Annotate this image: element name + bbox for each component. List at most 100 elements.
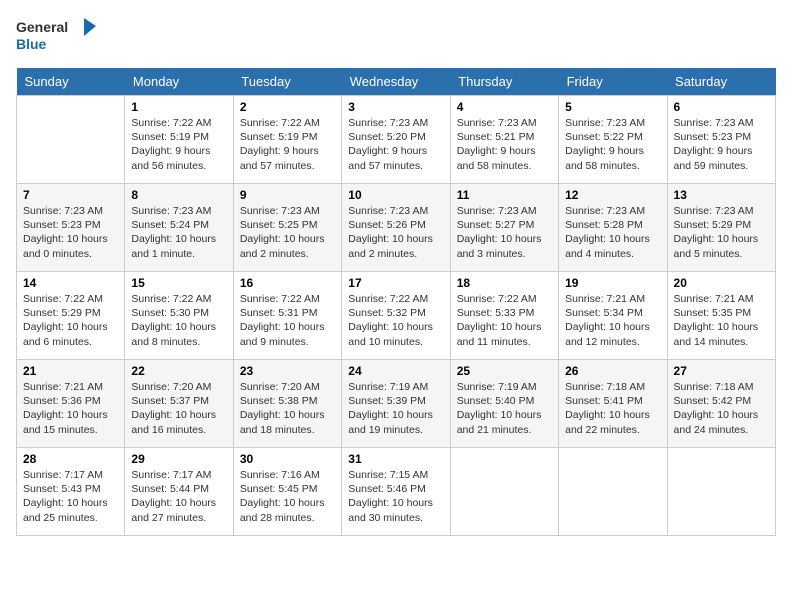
day-info: Sunrise: 7:19 AMSunset: 5:39 PMDaylight:… (348, 380, 443, 437)
weekday-tuesday: Tuesday (233, 68, 341, 96)
weekday-friday: Friday (559, 68, 667, 96)
day-info: Sunrise: 7:22 AMSunset: 5:19 PMDaylight:… (240, 116, 335, 173)
weekday-saturday: Saturday (667, 68, 775, 96)
day-info: Sunrise: 7:19 AMSunset: 5:40 PMDaylight:… (457, 380, 552, 437)
weekday-header-row: SundayMondayTuesdayWednesdayThursdayFrid… (17, 68, 776, 96)
calendar-table: SundayMondayTuesdayWednesdayThursdayFrid… (16, 68, 776, 536)
calendar-week-3: 14 Sunrise: 7:22 AMSunset: 5:29 PMDayligh… (17, 272, 776, 360)
svg-text:General: General (16, 19, 68, 35)
calendar-cell: 11Sunrise: 7:23 AMSunset: 5:27 PMDayligh… (450, 184, 558, 272)
logo-svg: General Blue (16, 16, 96, 58)
day-number: 5 (565, 100, 660, 114)
day-info: Sunrise: 7:21 AMSunset: 5:36 PMDaylight:… (23, 380, 118, 437)
calendar-cell: 29 Sunrise: 7:17 AMSunset: 5:44 PMDayligh… (125, 448, 233, 536)
day-number: 16 (240, 276, 335, 290)
day-info: Sunrise: 7:21 AMSunset: 5:34 PMDaylight:… (565, 292, 660, 349)
weekday-monday: Monday (125, 68, 233, 96)
day-number: 3 (348, 100, 443, 114)
day-info: Sunrise: 7:18 AMSunset: 5:42 PMDaylight:… (674, 380, 769, 437)
calendar-week-5: 28 Sunrise: 7:17 AMSunset: 5:43 PMDayligh… (17, 448, 776, 536)
calendar-cell (17, 96, 125, 184)
day-number: 8 (131, 188, 226, 202)
calendar-cell: 16Sunrise: 7:22 AMSunset: 5:31 PMDayligh… (233, 272, 341, 360)
calendar-cell: 14 Sunrise: 7:22 AMSunset: 5:29 PMDayligh… (17, 272, 125, 360)
day-info: Sunrise: 7:17 AMSunset: 5:44 PMDaylight:… (131, 468, 226, 525)
calendar-cell: 17 Sunrise: 7:22 AMSunset: 5:32 PMDayligh… (342, 272, 450, 360)
calendar-cell: 8 Sunrise: 7:23 AMSunset: 5:24 PMDaylight… (125, 184, 233, 272)
calendar-body: 1 Sunrise: 7:22 AMSunset: 5:19 PMDaylight… (17, 96, 776, 536)
day-number: 21 (23, 364, 118, 378)
calendar-cell: 13Sunrise: 7:23 AMSunset: 5:29 PMDayligh… (667, 184, 775, 272)
day-info: Sunrise: 7:21 AMSunset: 5:35 PMDaylight:… (674, 292, 769, 349)
calendar-cell: 7Sunrise: 7:23 AMSunset: 5:23 PMDaylight… (17, 184, 125, 272)
day-number: 30 (240, 452, 335, 466)
calendar-cell: 22Sunrise: 7:20 AMSunset: 5:37 PMDayligh… (125, 360, 233, 448)
day-number: 27 (674, 364, 769, 378)
day-info: Sunrise: 7:23 AMSunset: 5:24 PMDaylight:… (131, 204, 226, 261)
day-number: 26 (565, 364, 660, 378)
day-info: Sunrise: 7:23 AMSunset: 5:25 PMDaylight:… (240, 204, 335, 261)
weekday-thursday: Thursday (450, 68, 558, 96)
day-number: 19 (565, 276, 660, 290)
day-info: Sunrise: 7:23 AMSunset: 5:29 PMDaylight:… (674, 204, 769, 261)
calendar-cell: 30 Sunrise: 7:16 AMSunset: 5:45 PMDayligh… (233, 448, 341, 536)
calendar-cell: 28 Sunrise: 7:17 AMSunset: 5:43 PMDayligh… (17, 448, 125, 536)
calendar-cell: 10 Sunrise: 7:23 AMSunset: 5:26 PMDayligh… (342, 184, 450, 272)
day-number: 23 (240, 364, 335, 378)
calendar-cell: 26 Sunrise: 7:18 AMSunset: 5:41 PMDayligh… (559, 360, 667, 448)
calendar-cell: 27 Sunrise: 7:18 AMSunset: 5:42 PMDayligh… (667, 360, 775, 448)
day-info: Sunrise: 7:20 AMSunset: 5:37 PMDaylight:… (131, 380, 226, 437)
calendar-cell: 6 Sunrise: 7:23 AMSunset: 5:23 PMDaylight… (667, 96, 775, 184)
day-info: Sunrise: 7:23 AMSunset: 5:27 PMDaylight:… (457, 204, 552, 261)
day-info: Sunrise: 7:23 AMSunset: 5:21 PMDaylight:… (457, 116, 552, 173)
calendar-cell (667, 448, 775, 536)
day-number: 12 (565, 188, 660, 202)
calendar-cell: 5 Sunrise: 7:23 AMSunset: 5:22 PMDaylight… (559, 96, 667, 184)
calendar-cell: 18Sunrise: 7:22 AMSunset: 5:33 PMDayligh… (450, 272, 558, 360)
day-info: Sunrise: 7:16 AMSunset: 5:45 PMDaylight:… (240, 468, 335, 525)
day-number: 9 (240, 188, 335, 202)
day-info: Sunrise: 7:17 AMSunset: 5:43 PMDaylight:… (23, 468, 118, 525)
day-number: 28 (23, 452, 118, 466)
day-number: 29 (131, 452, 226, 466)
day-number: 1 (131, 100, 226, 114)
calendar-cell: 21 Sunrise: 7:21 AMSunset: 5:36 PMDayligh… (17, 360, 125, 448)
page-header: General Blue (16, 16, 776, 58)
day-number: 24 (348, 364, 443, 378)
day-number: 14 (23, 276, 118, 290)
day-number: 6 (674, 100, 769, 114)
day-info: Sunrise: 7:23 AMSunset: 5:23 PMDaylight:… (23, 204, 118, 261)
calendar-cell: 31 Sunrise: 7:15 AMSunset: 5:46 PMDayligh… (342, 448, 450, 536)
calendar-cell: 4Sunrise: 7:23 AMSunset: 5:21 PMDaylight… (450, 96, 558, 184)
day-info: Sunrise: 7:23 AMSunset: 5:26 PMDaylight:… (348, 204, 443, 261)
day-info: Sunrise: 7:22 AMSunset: 5:19 PMDaylight:… (131, 116, 226, 173)
day-number: 17 (348, 276, 443, 290)
weekday-sunday: Sunday (17, 68, 125, 96)
calendar-cell: 23 Sunrise: 7:20 AMSunset: 5:38 PMDayligh… (233, 360, 341, 448)
day-info: Sunrise: 7:23 AMSunset: 5:23 PMDaylight:… (674, 116, 769, 173)
day-info: Sunrise: 7:23 AMSunset: 5:28 PMDaylight:… (565, 204, 660, 261)
day-number: 25 (457, 364, 552, 378)
day-info: Sunrise: 7:22 AMSunset: 5:30 PMDaylight:… (131, 292, 226, 349)
day-info: Sunrise: 7:20 AMSunset: 5:38 PMDaylight:… (240, 380, 335, 437)
day-info: Sunrise: 7:23 AMSunset: 5:20 PMDaylight:… (348, 116, 443, 173)
day-number: 10 (348, 188, 443, 202)
day-info: Sunrise: 7:18 AMSunset: 5:41 PMDaylight:… (565, 380, 660, 437)
calendar-week-2: 7Sunrise: 7:23 AMSunset: 5:23 PMDaylight… (17, 184, 776, 272)
day-info: Sunrise: 7:15 AMSunset: 5:46 PMDaylight:… (348, 468, 443, 525)
calendar-cell: 24 Sunrise: 7:19 AMSunset: 5:39 PMDayligh… (342, 360, 450, 448)
day-info: Sunrise: 7:22 AMSunset: 5:29 PMDaylight:… (23, 292, 118, 349)
calendar-cell: 12 Sunrise: 7:23 AMSunset: 5:28 PMDayligh… (559, 184, 667, 272)
calendar-cell: 9 Sunrise: 7:23 AMSunset: 5:25 PMDaylight… (233, 184, 341, 272)
day-info: Sunrise: 7:22 AMSunset: 5:33 PMDaylight:… (457, 292, 552, 349)
calendar-cell: 2Sunrise: 7:22 AMSunset: 5:19 PMDaylight… (233, 96, 341, 184)
weekday-wednesday: Wednesday (342, 68, 450, 96)
day-number: 31 (348, 452, 443, 466)
calendar-week-4: 21 Sunrise: 7:21 AMSunset: 5:36 PMDayligh… (17, 360, 776, 448)
day-info: Sunrise: 7:23 AMSunset: 5:22 PMDaylight:… (565, 116, 660, 173)
svg-text:Blue: Blue (16, 36, 47, 52)
calendar-cell (450, 448, 558, 536)
calendar-cell: 20Sunrise: 7:21 AMSunset: 5:35 PMDayligh… (667, 272, 775, 360)
calendar-cell: 15Sunrise: 7:22 AMSunset: 5:30 PMDayligh… (125, 272, 233, 360)
day-info: Sunrise: 7:22 AMSunset: 5:32 PMDaylight:… (348, 292, 443, 349)
